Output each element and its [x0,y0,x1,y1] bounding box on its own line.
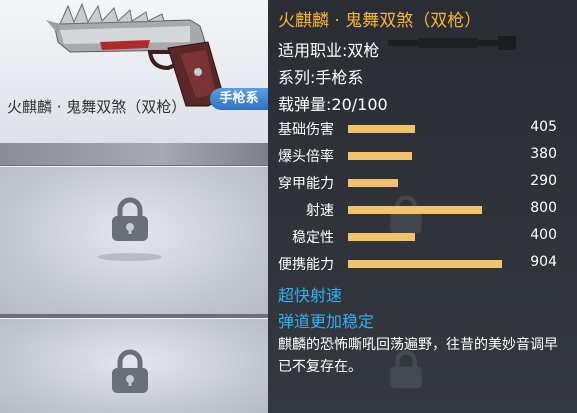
stat-row: 穿甲能力 290 [268,173,577,193]
stat-value: 405 [530,119,557,135]
stat-label: 爆头倍率 [278,149,334,165]
weapon-title: 火麒麟 · 鬼舞双煞（双枪） [278,11,482,31]
locked-weapon-slot[interactable] [0,166,268,314]
stat-label: 基础伤害 [278,122,334,138]
stat-bar [348,206,508,214]
feature-stable-trajectory: 弹道更加稳定 [278,312,375,331]
lock-icon [112,197,148,241]
lock-shadow [98,253,162,261]
stat-bar-fill [348,260,502,268]
stat-value: 380 [530,146,557,162]
stat-bar-fill [348,152,412,160]
stat-value: 800 [530,200,557,216]
lock-icon [112,349,148,393]
weapon-series: 系列:手枪系 [278,68,364,87]
stat-bar-fill [348,125,416,133]
stat-bar-fill [348,206,483,214]
weapon-name-caption: 火麒麟 · 鬼舞双煞（双枪） [7,98,187,116]
weapon-silhouette-icon [388,36,516,50]
applicable-job: 适用职业:双枪 [278,41,380,60]
weapon-list: 火麒麟 · 鬼舞双煞（双枪） 手枪系 [0,0,268,413]
weapon-card-selected[interactable]: 火麒麟 · 鬼舞双煞（双枪） 手枪系 [0,0,268,143]
stat-bar [348,152,508,160]
locked-weapon-slot[interactable] [0,318,268,413]
stat-label: 穿甲能力 [278,176,334,192]
stat-bar-fill [348,179,398,187]
stat-bar [348,125,508,133]
ammo-capacity: 载弹量:20/100 [278,95,388,114]
feature-rapid-fire: 超快射速 [278,286,343,305]
stat-bar [348,179,508,187]
weapon-detail-panel: 火麒麟 · 鬼舞双煞（双枪） 适用职业:双枪 系列:手枪系 载弹量:20/100… [268,0,577,413]
weapon-class-tag: 手枪系 [210,88,268,110]
stat-value: 400 [530,227,557,243]
stat-row: 便携能力 904 [268,254,577,274]
stat-row: 基础伤害 405 [268,119,577,139]
stat-row: 射速 800 [268,200,577,220]
stat-value: 904 [530,254,557,270]
weapon-description: 麒麟的恐怖嘶吼回荡遍野，往昔的美妙音调早已不复存在。 [278,337,558,375]
stat-label: 稳定性 [292,230,334,246]
stat-row: 稳定性 400 [268,227,577,247]
stat-bar [348,260,508,268]
stat-label: 便携能力 [278,257,334,273]
stat-row: 爆头倍率 380 [268,146,577,166]
list-divider [0,143,268,165]
stat-label: 射速 [306,203,334,219]
stat-bar [348,233,508,241]
stat-bar-fill [348,233,416,241]
stat-value: 290 [530,173,557,189]
